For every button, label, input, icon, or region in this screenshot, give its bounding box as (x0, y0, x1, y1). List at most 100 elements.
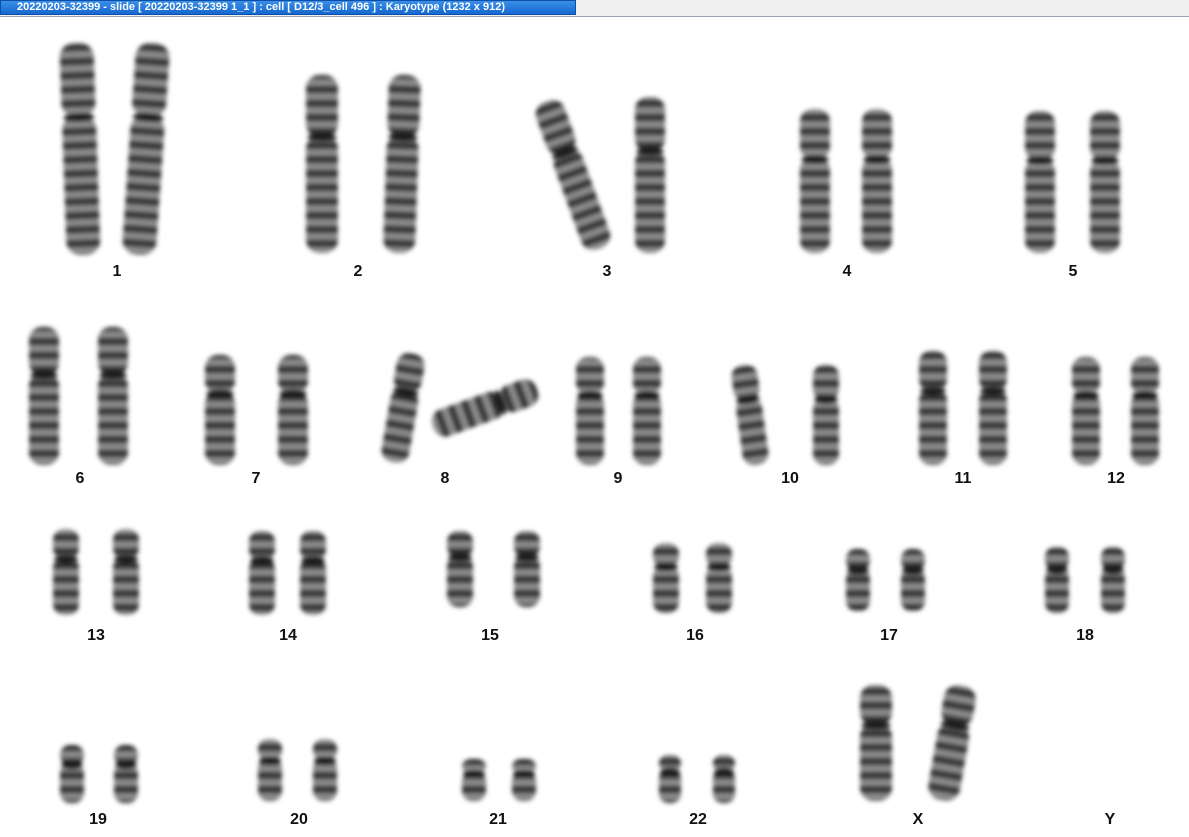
chromosome-6-b[interactable] (98, 327, 128, 465)
chromosome-centromere (206, 389, 234, 398)
chromosome-p-arm (387, 74, 421, 138)
chromosome-label-19: 19 (89, 811, 107, 828)
chromosome-p-arm (979, 351, 1007, 391)
chromosome-9-a[interactable] (576, 357, 604, 465)
chromosome-q-arm (813, 398, 839, 465)
chromosome-q-arm (306, 135, 338, 253)
chromosome-centromere (515, 553, 539, 562)
chromosome-q-arm (846, 568, 870, 611)
chromosome-15-a[interactable] (447, 531, 473, 607)
chromosome-q-arm (635, 149, 665, 253)
chromosome-label-12: 12 (1107, 470, 1125, 487)
chromosome-3-b[interactable] (635, 97, 665, 253)
chromosome-16-b[interactable] (706, 543, 732, 613)
window-title: 20220203-32399 - slide [ 20220203-32399 … (17, 1, 505, 13)
chromosome-q-arm (706, 565, 732, 613)
chromosome-label-11: 11 (954, 470, 972, 487)
chromosome-q-arm (928, 723, 970, 801)
chromosome-q-arm (1131, 392, 1159, 465)
chromosome-1-b[interactable] (122, 42, 171, 256)
chromosome-19-b[interactable] (114, 745, 138, 803)
chromosome-14-a[interactable] (249, 531, 275, 615)
chromosome-6-a[interactable] (29, 327, 59, 465)
chromosome-x-b[interactable] (926, 683, 978, 803)
chromosome-20-a[interactable] (258, 739, 282, 801)
chromosome-p-arm (300, 531, 326, 561)
chromosome-11-a[interactable] (919, 351, 947, 465)
chromosome-p-arm (1131, 357, 1159, 395)
chromosome-17-b[interactable] (901, 549, 925, 611)
chromosome-5-a[interactable] (1025, 111, 1055, 253)
chromosome-p-arm (633, 357, 661, 395)
chromosome-7-a[interactable] (205, 355, 235, 465)
chromosome-18-a[interactable] (1045, 547, 1069, 613)
chromosome-label-20: 20 (290, 811, 308, 828)
chromosome-22-b[interactable] (713, 755, 735, 803)
chromosome-centromere (636, 147, 664, 156)
chromosome-22-a[interactable] (659, 755, 681, 803)
chromosome-q-arm (1025, 158, 1055, 253)
chromosome-label-15: 15 (481, 627, 499, 644)
chromosome-10-a[interactable] (730, 364, 770, 467)
chromosome-17-a[interactable] (846, 549, 870, 611)
chromosome-16-a[interactable] (653, 543, 679, 613)
chromosome-4-b[interactable] (862, 109, 892, 253)
chromosome-label-10: 10 (781, 470, 799, 487)
window-title-tab[interactable]: 20220203-32399 - slide [ 20220203-32399 … (0, 0, 576, 15)
chromosome-15-b[interactable] (514, 531, 540, 607)
chromosome-5-b[interactable] (1090, 111, 1120, 253)
chromosome-x-a[interactable] (860, 685, 892, 801)
chromosome-13-a[interactable] (53, 529, 79, 615)
chromosome-10-b[interactable] (813, 365, 839, 465)
chromosome-18-b[interactable] (1101, 547, 1125, 613)
chromosome-12-a[interactable] (1072, 357, 1100, 465)
chromosome-q-arm (113, 557, 139, 615)
chromosome-q-arm (1072, 392, 1100, 465)
chromosome-9-b[interactable] (633, 357, 661, 465)
chromosome-q-arm (29, 373, 59, 465)
chromosome-p-arm (29, 327, 59, 376)
chromosome-2-a[interactable] (306, 75, 338, 253)
chromosome-7-b[interactable] (278, 355, 308, 465)
chromosome-q-arm (300, 558, 326, 615)
chromosome-p-arm (800, 109, 830, 160)
chromosome-centromere (654, 563, 678, 572)
chromosome-21-b[interactable] (512, 759, 536, 801)
chromosome-label-5: 5 (1068, 263, 1078, 280)
chromosome-label-1: 1 (112, 263, 122, 280)
chromosome-4-a[interactable] (800, 109, 830, 253)
chromosome-q-arm (1101, 568, 1125, 613)
chromosome-label-18: 18 (1076, 627, 1094, 644)
chromosome-label-8: 8 (440, 470, 450, 487)
chromosome-21-a[interactable] (462, 759, 486, 801)
chromosome-19-a[interactable] (60, 745, 84, 803)
chromosome-q-arm (278, 391, 308, 465)
chromosome-20-b[interactable] (313, 739, 337, 801)
chromosome-12-b[interactable] (1131, 357, 1159, 465)
chromosome-p-arm (205, 355, 235, 394)
chromosome-centromere (259, 756, 281, 765)
chromosome-label-9: 9 (613, 470, 623, 487)
chromosome-centromere (301, 556, 325, 565)
chromosome-centromere (250, 556, 274, 565)
chromosome-13-b[interactable] (113, 529, 139, 615)
chromosome-3-a[interactable] (532, 97, 614, 254)
chromosome-q-arm (800, 157, 830, 253)
chromosome-11-b[interactable] (979, 351, 1007, 465)
chromosome-centromere (634, 390, 660, 399)
chromosome-14-b[interactable] (300, 531, 326, 615)
chromosome-2-b[interactable] (383, 74, 421, 254)
chromosome-8-b[interactable] (429, 376, 542, 440)
chromosome-1-a[interactable] (59, 42, 101, 256)
chromosome-p-arm (576, 357, 604, 395)
chromosome-label-2: 2 (353, 263, 363, 280)
chromosome-centromere (1102, 566, 1124, 575)
karyotype-canvas: 1 2 3 4 5 6 7 8 9 10 11 12 13 14 15 16 1… (0, 17, 1189, 837)
chromosome-label-14: 14 (279, 627, 297, 644)
chromosome-8-a[interactable] (380, 351, 427, 464)
chromosome-p-arm (813, 365, 839, 400)
chromosome-label-7: 7 (251, 470, 261, 487)
chromosome-q-arm (862, 157, 892, 253)
chromosome-p-arm (635, 97, 665, 152)
chromosome-q-arm (633, 392, 661, 465)
